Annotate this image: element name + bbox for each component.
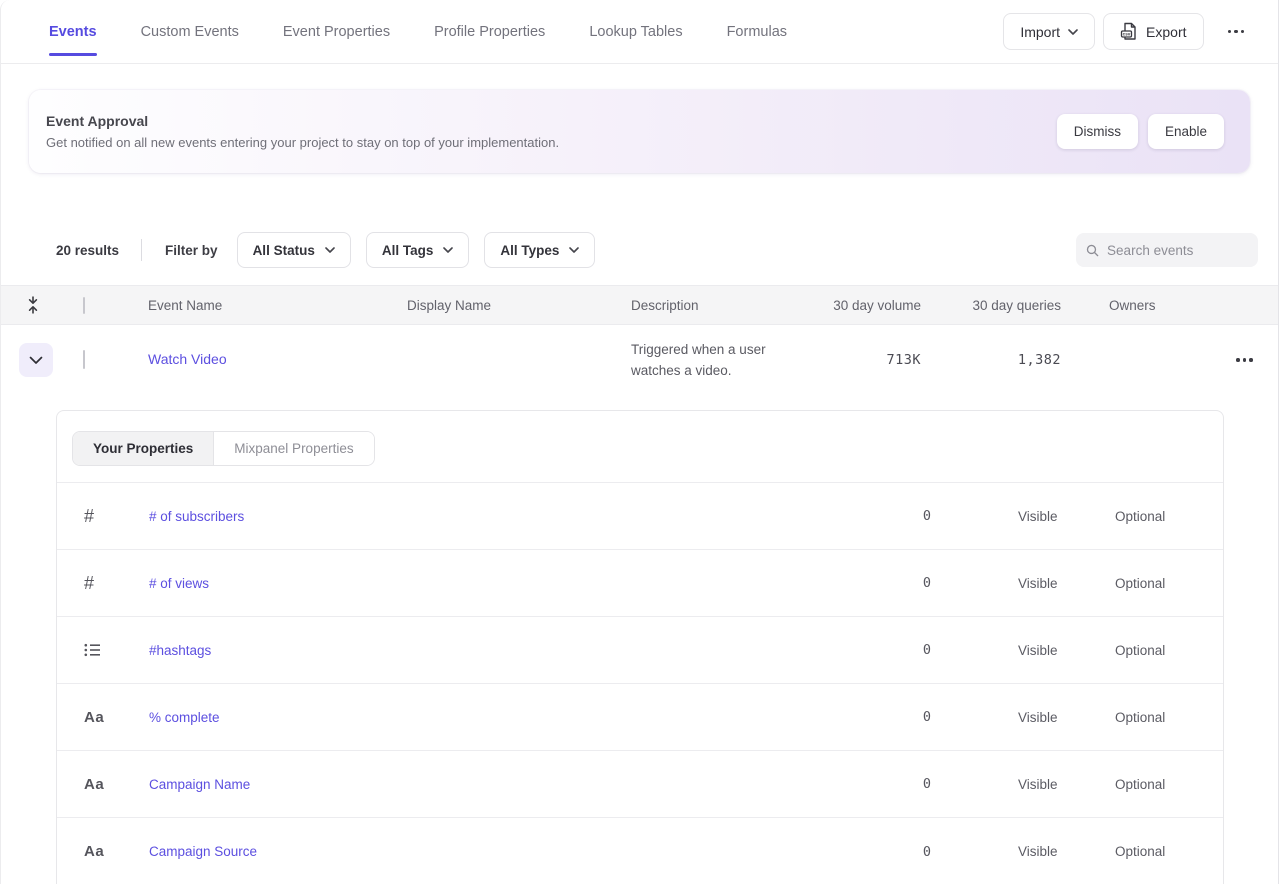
list-property-icon (57, 642, 149, 658)
status-filter-value: All Status (253, 243, 315, 258)
tab-profile-properties[interactable]: Profile Properties (434, 0, 545, 63)
filter-by-label: Filter by (165, 243, 218, 258)
banner-subtitle: Get notified on all new events entering … (46, 135, 559, 150)
property-name-link[interactable]: # of views (149, 576, 821, 591)
property-row: # # of subscribers 0 Visible Optional (57, 483, 1223, 550)
events-table-header: Event Name Display Name Description 30 d… (1, 285, 1278, 325)
export-button-label: Export (1146, 24, 1186, 40)
lexicon-tabs: Events Custom Events Event Properties Pr… (49, 0, 787, 63)
column-display-name: Display Name (407, 298, 631, 313)
property-visibility: Visible (931, 643, 1093, 658)
chevron-down-icon (443, 247, 453, 253)
property-name-link[interactable]: Campaign Source (149, 844, 821, 859)
column-event-name: Event Name (129, 298, 407, 313)
status-filter-dropdown[interactable]: All Status (237, 232, 351, 268)
dismiss-button[interactable]: Dismiss (1057, 114, 1138, 149)
queries-cell: 1,382 (921, 352, 1061, 368)
filter-toolbar: 20 results Filter by All Status All Tags… (1, 232, 1278, 268)
property-requirement: Optional (1093, 777, 1223, 792)
select-all-checkbox[interactable] (83, 297, 85, 314)
chevron-down-icon (29, 356, 43, 365)
event-properties-panel: Your Properties Mixpanel Properties # # … (56, 410, 1224, 884)
more-options-icon[interactable] (1220, 20, 1253, 44)
property-name-link[interactable]: #hashtags (149, 643, 821, 658)
property-row: #hashtags 0 Visible Optional (57, 617, 1223, 684)
tab-mixpanel-properties[interactable]: Mixpanel Properties (214, 432, 373, 465)
text-property-icon: Aa (57, 776, 149, 793)
properties-tabs: Your Properties Mixpanel Properties (72, 431, 375, 466)
top-nav-bar: Events Custom Events Event Properties Pr… (1, 0, 1278, 64)
property-queries: 0 (821, 776, 931, 792)
property-visibility: Visible (931, 710, 1093, 725)
chevron-down-icon (325, 247, 335, 253)
property-visibility: Visible (931, 777, 1093, 792)
tab-your-properties[interactable]: Your Properties (73, 432, 214, 465)
results-count: 20 results (56, 243, 119, 258)
text-property-icon: Aa (57, 709, 149, 726)
property-queries: 0 (821, 709, 931, 725)
import-button[interactable]: Import (1003, 13, 1095, 50)
numeric-property-icon: # (57, 506, 149, 527)
column-queries: 30 day queries (921, 298, 1061, 313)
event-name-link[interactable]: Watch Video (148, 351, 227, 367)
row-actions-icon[interactable] (1228, 348, 1261, 372)
property-requirement: Optional (1093, 710, 1223, 725)
tab-events[interactable]: Events (49, 0, 97, 63)
column-volume: 30 day volume (821, 298, 921, 313)
export-button[interactable]: csv Export (1103, 13, 1203, 50)
text-property-icon: Aa (57, 843, 149, 860)
search-input[interactable] (1107, 243, 1248, 258)
svg-text:csv: csv (1123, 32, 1131, 37)
property-row: # # of views 0 Visible Optional (57, 550, 1223, 617)
chevron-down-icon (569, 247, 579, 253)
property-name-link[interactable]: Campaign Name (149, 777, 821, 792)
property-row: Aa Campaign Source 0 Visible Optional (57, 818, 1223, 884)
property-row: Aa % complete 0 Visible Optional (57, 684, 1223, 751)
tags-filter-value: All Tags (382, 243, 434, 258)
property-visibility: Visible (931, 509, 1093, 524)
banner-title: Event Approval (46, 113, 559, 129)
event-approval-banner: Event Approval Get notified on all new e… (29, 90, 1250, 173)
tags-filter-dropdown[interactable]: All Tags (366, 232, 470, 268)
property-queries: 0 (821, 844, 931, 860)
property-name-link[interactable]: # of subscribers (149, 509, 821, 524)
types-filter-dropdown[interactable]: All Types (484, 232, 595, 268)
event-row: Watch Video Triggered when a user watche… (1, 325, 1278, 395)
row-checkbox[interactable] (83, 350, 85, 369)
search-box (1076, 233, 1258, 267)
types-filter-value: All Types (500, 243, 559, 258)
csv-file-icon: csv (1120, 22, 1138, 41)
property-requirement: Optional (1093, 509, 1223, 524)
property-requirement: Optional (1093, 844, 1223, 859)
enable-button[interactable]: Enable (1148, 114, 1224, 149)
property-visibility: Visible (931, 844, 1093, 859)
column-owners: Owners (1061, 298, 1220, 313)
property-row: Aa Campaign Name 0 Visible Optional (57, 751, 1223, 818)
tab-lookup-tables[interactable]: Lookup Tables (589, 0, 682, 63)
import-button-label: Import (1020, 24, 1060, 40)
search-icon (1086, 243, 1099, 258)
tab-formulas[interactable]: Formulas (727, 0, 787, 63)
collapse-all-icon[interactable] (26, 295, 40, 315)
description-cell: Triggered when a user watches a video. (631, 339, 821, 381)
collapse-row-button[interactable] (19, 343, 53, 377)
property-visibility: Visible (931, 576, 1093, 591)
tab-custom-events[interactable]: Custom Events (141, 0, 239, 63)
column-description: Description (631, 298, 821, 313)
tab-event-properties[interactable]: Event Properties (283, 0, 390, 63)
numeric-property-icon: # (57, 573, 149, 594)
property-requirement: Optional (1093, 643, 1223, 658)
property-name-link[interactable]: % complete (149, 710, 821, 725)
property-queries: 0 (821, 508, 931, 524)
volume-cell: 713K (821, 352, 921, 368)
chevron-down-icon (1068, 29, 1078, 35)
property-queries: 0 (821, 575, 931, 591)
property-queries: 0 (821, 642, 931, 658)
divider (141, 239, 142, 261)
property-requirement: Optional (1093, 576, 1223, 591)
